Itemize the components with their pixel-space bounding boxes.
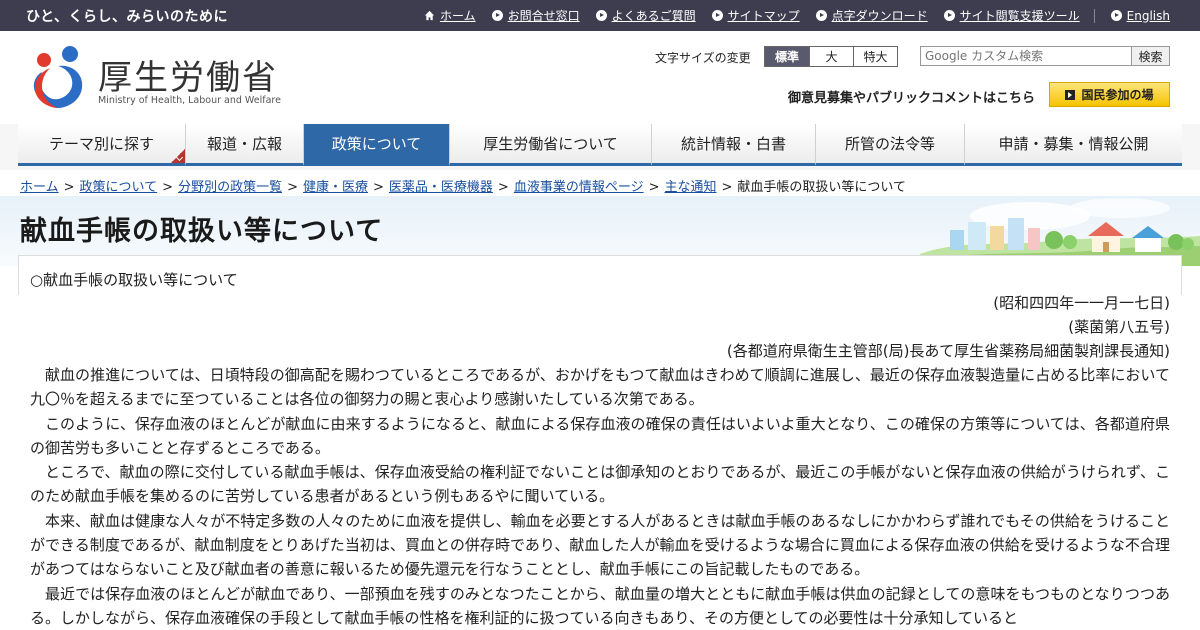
- sitemap-link-label: サイトマップ: [727, 9, 800, 23]
- arrow-circle-icon: [595, 10, 607, 21]
- breadcrumb-link[interactable]: 血液事業の情報ページ: [514, 180, 644, 195]
- nav-item-label: 所管の法令等: [844, 135, 935, 153]
- nav-item-label: 申請・募集・情報公開: [998, 135, 1149, 153]
- utility-links: ホーム お問合せ窓口 よくあるご質問 サイトマップ 点字ダウンロード サイト閲覧…: [408, 7, 1170, 24]
- font-size-xlarge-button[interactable]: 特大: [853, 47, 897, 66]
- kokumin-sanka-button[interactable]: 国民参加の場: [1049, 82, 1170, 107]
- home-link[interactable]: ホーム: [424, 7, 476, 24]
- breadcrumb-separator: >: [497, 180, 509, 195]
- search-input[interactable]: [920, 46, 1132, 66]
- nav-item-label: テーマ別に探す: [48, 135, 154, 153]
- breadcrumb-link[interactable]: 健康・医療: [303, 180, 368, 195]
- nav-item-label: 政策について: [331, 135, 422, 153]
- notice-addressee: (各都道府県衛生主管部(局)長あて厚生省薬務局細菌製剤課長通知): [726, 342, 1170, 360]
- page-title: 献血手帳の取扱い等について: [20, 216, 384, 247]
- notice-body: 献血の推進については、日頃特段の御高配を賜わつているところであるが、おかげをもつ…: [30, 363, 1170, 630]
- home-icon: [424, 10, 435, 21]
- body-paragraph: 本来、献血は健康な人々が不特定多数の人々のために血液を提供し、輸血を必要とする人…: [30, 511, 1170, 579]
- nav-item-about[interactable]: 厚生労働省について: [450, 124, 652, 166]
- site-tagline: ひと、くらし、みらいのために: [26, 9, 229, 25]
- font-size-large-button[interactable]: 大: [809, 47, 853, 66]
- breadcrumb: ホーム > 政策について > 分野別の政策一覧 > 健康・医療 > 医薬品・医療機器 > 血液事業の…: [20, 176, 906, 195]
- breadcrumb-link[interactable]: 医薬品・医療機器: [389, 180, 493, 195]
- nav-item-applications[interactable]: 申請・募集・情報公開: [965, 124, 1182, 166]
- nav-item-theme[interactable]: テーマ別に探す: [18, 124, 186, 166]
- public-comment-link[interactable]: 御意見募集やパブリックコメントはこちら: [788, 87, 1035, 106]
- chevron-down-icon: [171, 149, 185, 163]
- divider: [1093, 8, 1095, 23]
- english-link-label: English: [1126, 8, 1170, 23]
- arrow-circle-icon: [491, 10, 503, 21]
- body-paragraph: このように、保存血液のほとんどが献血に由来するようになると、献血による保存血液の…: [30, 414, 1170, 457]
- arrow-circle-icon: [711, 10, 723, 21]
- breadcrumb-link[interactable]: 分野別の政策一覧: [178, 180, 282, 195]
- arrow-circle-icon: [815, 10, 827, 21]
- breadcrumb-separator: >: [648, 180, 660, 195]
- font-size-label: 文字サイズの変更: [655, 51, 751, 65]
- logo-subtitle: Ministry of Health, Labour and Welfare: [98, 95, 281, 106]
- font-size-standard-button[interactable]: 標準: [765, 47, 809, 66]
- breadcrumb-separator: >: [721, 180, 733, 195]
- global-nav: テーマ別に探す 報道・広報 政策について 厚生労働省について 統計情報・白書 所…: [18, 124, 1182, 166]
- search-button[interactable]: 検索: [1131, 46, 1170, 66]
- breadcrumb-separator: >: [63, 180, 75, 195]
- arrow-square-icon: [1065, 89, 1076, 100]
- nav-item-label: 統計情報・白書: [680, 135, 786, 153]
- nav-item-policy[interactable]: 政策について: [304, 124, 450, 166]
- braille-download-link[interactable]: 点字ダウンロード: [815, 7, 928, 24]
- braille-download-link-label: 点字ダウンロード: [831, 9, 928, 23]
- nav-item-press[interactable]: 報道・広報: [186, 124, 304, 166]
- kokumin-sanka-label: 国民参加の場: [1081, 88, 1154, 102]
- nav-item-statistics[interactable]: 統計情報・白書: [652, 124, 816, 166]
- font-size-switcher: 標準 大 特大: [764, 46, 898, 67]
- accessibility-tool-link-label: サイト閲覧支援ツール: [959, 9, 1080, 23]
- breadcrumb-link[interactable]: ホーム: [20, 180, 59, 195]
- faq-link[interactable]: よくあるご質問: [595, 7, 696, 24]
- body-paragraph: 最近では保存血液のほとんどが献血であり、一部預血を残すのみとなつたことから、献血…: [30, 584, 1170, 627]
- logo-title: 厚生労働省: [98, 58, 278, 98]
- body-paragraph: ところで、献血の際に交付している献血手帳は、保存血液受給の権利証でないことは御承…: [30, 463, 1170, 506]
- body-paragraph: 献血の推進については、日頃特段の御高配を賜わつているところであるが、おかげをもつ…: [30, 366, 1170, 409]
- contact-link[interactable]: お問合せ窓口: [491, 7, 580, 24]
- breadcrumb-separator: >: [162, 180, 174, 195]
- breadcrumb-separator: >: [287, 180, 298, 195]
- nav-item-label: 報道・広報: [206, 135, 282, 153]
- nav-item-label: 厚生労働省について: [483, 135, 618, 153]
- breadcrumb-link[interactable]: 主な通知: [664, 180, 716, 195]
- arrow-circle-icon: [943, 10, 955, 21]
- contact-link-label: お問合せ窓口: [507, 9, 580, 23]
- notice-date: (昭和四四年一一月一七日): [993, 294, 1170, 312]
- arrow-circle-icon: [1110, 10, 1122, 21]
- breadcrumb-link[interactable]: 政策について: [80, 180, 158, 195]
- breadcrumb-separator: >: [373, 180, 384, 195]
- notice-heading: ○献血手帳の取扱い等について: [30, 271, 238, 289]
- nav-item-laws[interactable]: 所管の法令等: [816, 124, 965, 166]
- faq-link-label: よくあるご質問: [611, 9, 696, 23]
- top-utility-bar: ひと、くらし、みらいのために ホーム お問合せ窓口 よくあるご質問 サイトマップ…: [0, 0, 1200, 31]
- accessibility-tool-link[interactable]: サイト閲覧支援ツール: [943, 7, 1080, 24]
- english-link[interactable]: English: [1110, 8, 1170, 23]
- home-link-label: ホーム: [439, 9, 476, 23]
- mhlw-logo-icon[interactable]: [28, 44, 90, 110]
- breadcrumb-current: 献血手帳の取扱い等について: [737, 180, 907, 195]
- notice-number: (薬菌第八五号): [1068, 318, 1170, 336]
- sitemap-link[interactable]: サイトマップ: [711, 7, 800, 24]
